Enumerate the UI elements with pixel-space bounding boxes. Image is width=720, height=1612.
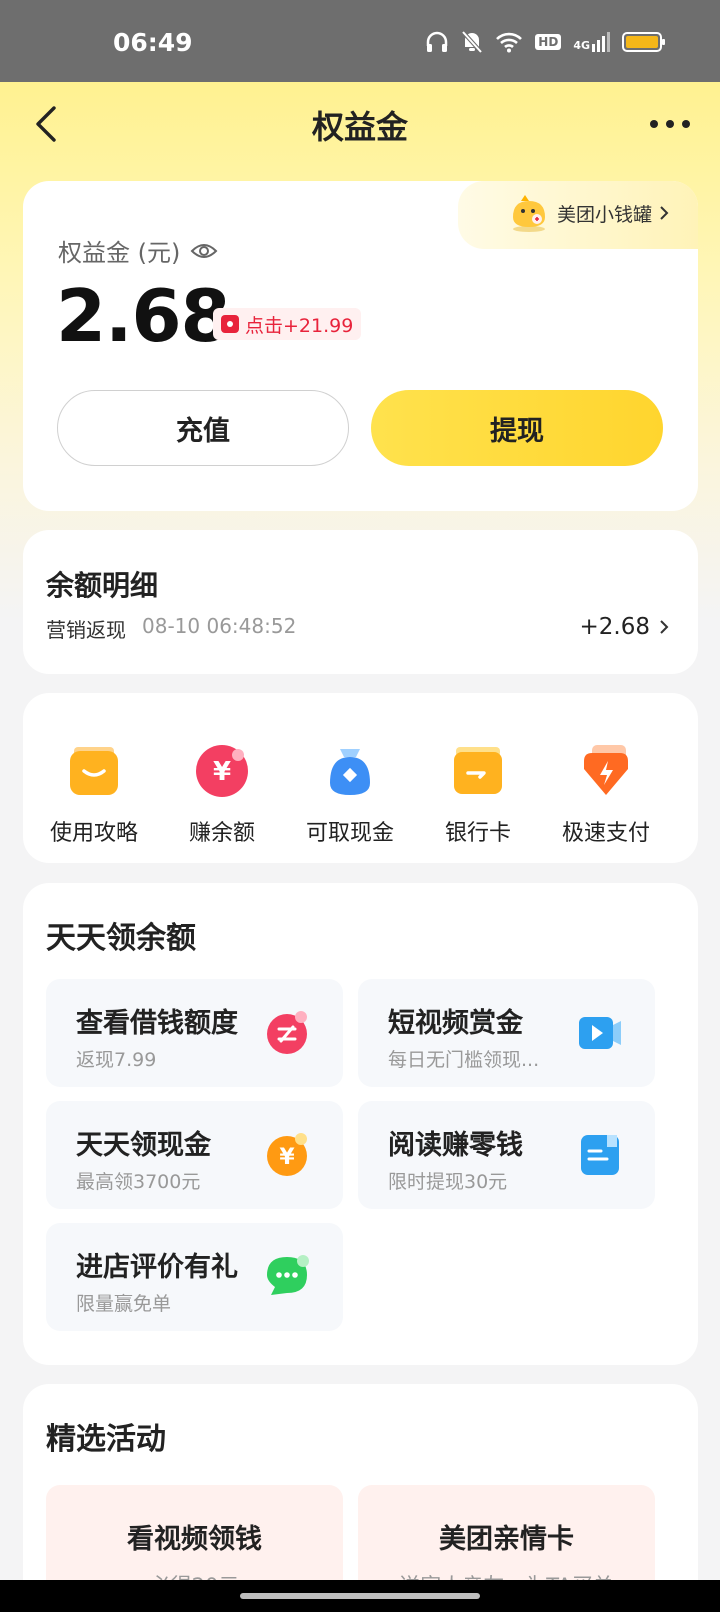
page-title: 权益金 [311, 108, 408, 146]
task-title: 查看借钱额度 [76, 1008, 238, 1039]
status-bar: 06:49 HD 4G [0, 0, 720, 82]
quick-action-label: 赚余额 [188, 821, 255, 846]
quick-action-bank-card[interactable]: 银行卡 [413, 743, 543, 847]
hd-badge: HD [535, 34, 562, 50]
red-packet-icon [221, 315, 239, 333]
chevron-right-icon [660, 620, 669, 634]
bank-card-icon [454, 747, 502, 794]
task-subtitle: 返现7.99 [76, 1049, 157, 1071]
balance-detail-title: 余额明细 [46, 569, 159, 602]
transaction-timestamp: 08-10 06:48:52 [142, 614, 297, 638]
task-loan-limit[interactable]: 查看借钱额度 返现7.99 [46, 979, 343, 1087]
quick-action-guide[interactable]: 使用攻略 [29, 743, 159, 847]
quick-action-label: 使用攻略 [49, 821, 138, 846]
navigation-bar [0, 1580, 720, 1612]
balance-amount: 2.68 [56, 274, 231, 358]
piggy-bank-icon [512, 195, 545, 232]
promo-badge[interactable]: 点击+21.99 [213, 308, 362, 340]
task-short-video[interactable]: 短视频赏金 每日无门槛领现... [358, 979, 655, 1087]
task-title: 阅读赚零钱 [388, 1130, 523, 1161]
activities-section-title: 精选活动 [46, 1422, 166, 1457]
featured-activities-card: 精选活动 看视频领钱 必得20元 美团亲情卡 送家人亲友，为TA买单 [23, 1384, 698, 1612]
chevron-right-icon [660, 206, 669, 220]
loan-limit-icon [267, 1011, 307, 1054]
transaction-source: 营销返现 [46, 618, 126, 642]
task-store-review[interactable]: 进店评价有礼 限量赢免单 [46, 1223, 343, 1331]
cash-bag-icon [330, 749, 370, 795]
task-title: 进店评价有礼 [76, 1252, 238, 1283]
wifi-icon [496, 32, 523, 53]
task-subtitle: 限量赢免单 [76, 1293, 172, 1315]
quick-action-label: 银行卡 [444, 821, 511, 846]
task-subtitle: 每日无门槛领现... [388, 1049, 540, 1071]
quick-action-fast-pay[interactable]: 极速支付 [541, 743, 671, 847]
activity-title: 看视频领钱 [127, 1524, 262, 1555]
quick-action-label: 可取现金 [305, 821, 394, 846]
svg-text:¥: ¥ [279, 1145, 295, 1170]
withdraw-button[interactable]: 提现 [371, 390, 663, 466]
guide-icon [70, 747, 118, 795]
quick-action-earn[interactable]: ¥ 赚余额 [157, 743, 287, 847]
mute-bell-icon [461, 30, 483, 54]
task-subtitle: 最高领3700元 [76, 1171, 201, 1193]
task-subtitle: 限时提现30元 [388, 1171, 508, 1193]
task-title: 天天领现金 [76, 1130, 211, 1161]
eye-icon[interactable] [190, 241, 218, 261]
network-type: 4G [573, 39, 590, 52]
task-title: 短视频赏金 [388, 1008, 523, 1039]
signal-icon: 4G [573, 32, 610, 52]
task-daily-cash[interactable]: 天天领现金 最高领3700元 ¥ [46, 1101, 343, 1209]
more-menu-icon[interactable] [650, 114, 694, 134]
daily-balance-card: 天天领余额 查看借钱额度 返现7.99 短视频赏金 每日无门槛领现... 天天领… [23, 883, 698, 1365]
comment-icon [267, 1255, 309, 1295]
transaction-amount: +2.68 [580, 614, 670, 640]
daily-section-title: 天天领余额 [46, 921, 196, 956]
piggy-bank-label: 美团小钱罐 [556, 203, 652, 226]
reading-icon [581, 1135, 619, 1175]
headphones-icon [427, 31, 448, 52]
piggy-bank-link[interactable]: 美团小钱罐 [507, 193, 670, 233]
status-time: 06:49 [113, 28, 193, 57]
earn-yuan-icon: ¥ [196, 745, 248, 797]
quick-actions-card: 使用攻略 ¥ 赚余额 可取现金 银行卡 极速支付 [23, 693, 698, 863]
svg-text:¥: ¥ [213, 757, 231, 787]
quick-action-cash[interactable]: 可取现金 [285, 743, 415, 847]
battery-icon [622, 32, 665, 52]
balance-label: 权益金 (元) [58, 233, 218, 268]
promo-text: 点击+21.99 [245, 314, 354, 337]
quick-action-label: 极速支付 [561, 821, 650, 846]
balance-card: 美团小钱罐 权益金 (元) 2.68 点击+21.99 充值 提现 [23, 181, 698, 511]
coin-icon: ¥ [267, 1133, 307, 1176]
activity-title: 美团亲情卡 [439, 1524, 574, 1555]
video-icon [579, 1017, 621, 1049]
fast-pay-icon [584, 745, 628, 795]
balance-detail-card[interactable]: 余额明细 营销返现 08-10 06:48:52 +2.68 [23, 530, 698, 674]
nav-bar: 权益金 [0, 82, 720, 168]
task-reading[interactable]: 阅读赚零钱 限时提现30元 [358, 1101, 655, 1209]
status-icons: HD 4G [425, 30, 666, 54]
home-indicator[interactable] [240, 1593, 480, 1599]
recharge-button[interactable]: 充值 [57, 390, 349, 466]
balance-label-text: 权益金 (元) [58, 239, 181, 267]
transaction-amount-value: +2.68 [579, 614, 650, 640]
